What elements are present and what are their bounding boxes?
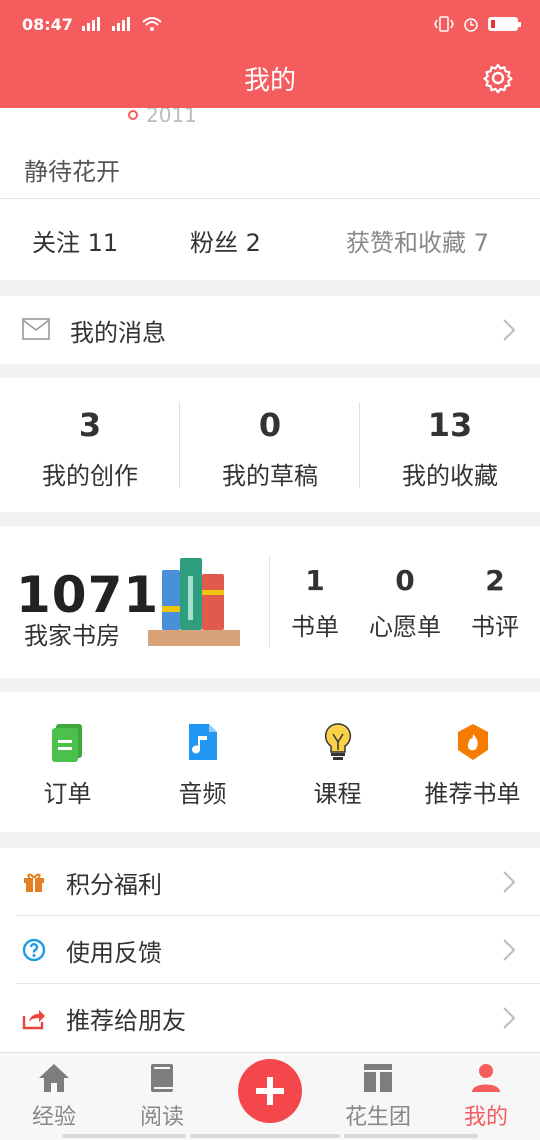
divider xyxy=(359,402,360,488)
help-icon xyxy=(22,938,46,962)
status-time: 08:47 xyxy=(22,14,73,34)
service-recommend-list-label: 推荐书单 xyxy=(424,780,521,808)
person-icon xyxy=(472,1064,500,1092)
gift-icon xyxy=(24,873,44,892)
page-title: 我的 xyxy=(243,65,296,96)
bottom-tab-bar: 经验 阅读 花生团 我的 xyxy=(0,1052,540,1140)
tab-peanut-group-label: 花生团 xyxy=(344,1105,411,1130)
top-nav: 我的 xyxy=(0,48,540,108)
menu-item-feedback-label: 使用反馈 xyxy=(66,938,162,967)
envelope-icon xyxy=(22,318,50,340)
wishlist-label: 心愿单 xyxy=(369,613,441,641)
tab-peanut-group[interactable]: 花生团 xyxy=(324,1053,432,1140)
fans-count[interactable]: 粉丝 2 xyxy=(190,223,261,258)
drafts-count: 0 xyxy=(258,406,282,444)
gesture-bar xyxy=(344,1134,478,1138)
likes-collections-count[interactable]: 获赞和收藏 7 xyxy=(346,223,489,258)
bookroom-card[interactable]: 1071 我家书房 1 书单 0 心愿单 2 书评 xyxy=(0,526,540,678)
add-button[interactable] xyxy=(238,1059,302,1123)
booklist-count: 1 xyxy=(305,564,325,597)
service-audio-label: 音频 xyxy=(178,780,227,808)
settings-gear-icon[interactable] xyxy=(482,62,514,94)
signal-icon xyxy=(81,17,100,31)
status-bar: 08:47 xyxy=(0,0,540,48)
plus-icon xyxy=(256,1077,284,1105)
menu-item-share[interactable]: 推荐给朋友 xyxy=(0,984,540,1052)
my-messages-label: 我的消息 xyxy=(70,318,166,347)
wishlist-count: 0 xyxy=(395,564,415,597)
signal-icon-2 xyxy=(111,17,130,31)
following-count[interactable]: 关注 11 xyxy=(32,223,118,258)
creations-count: 3 xyxy=(78,406,102,444)
chevron-right-icon xyxy=(503,1007,516,1029)
creations-label: 我的创作 xyxy=(42,462,138,490)
home-icon xyxy=(39,1064,69,1092)
tab-reading[interactable]: 阅读 xyxy=(108,1053,216,1140)
member-year: 2011 xyxy=(146,108,197,122)
works-stats: 3 我的创作 0 我的草稿 13 我的收藏 xyxy=(0,378,540,512)
menu-item-points-label: 积分福利 xyxy=(66,870,162,899)
menu-item-share-label: 推荐给朋友 xyxy=(66,1006,186,1035)
tab-mine-label: 我的 xyxy=(463,1105,508,1130)
tab-reading-label: 阅读 xyxy=(139,1105,184,1130)
booklist-label: 书单 xyxy=(291,613,339,641)
review-stat[interactable]: 2 书评 xyxy=(450,564,540,642)
my-collections[interactable]: 13 我的收藏 xyxy=(360,378,540,512)
gesture-bar xyxy=(62,1134,186,1138)
my-messages-row[interactable]: 我的消息 xyxy=(0,296,540,364)
wifi-icon xyxy=(142,17,162,31)
wishlist-stat[interactable]: 0 心愿单 xyxy=(360,564,450,642)
drafts-label: 我的草稿 xyxy=(222,462,318,490)
recommend-list-icon xyxy=(457,724,488,760)
bookshelf-icon xyxy=(148,558,240,646)
menu-list: 积分福利 使用反馈 推荐给朋友 xyxy=(0,848,540,1052)
menu-item-feedback[interactable]: 使用反馈 xyxy=(0,916,540,984)
service-course[interactable]: 课程 xyxy=(270,692,405,832)
services-grid: 订单 音频 课程 推荐书单 xyxy=(0,692,540,832)
battery-icon xyxy=(488,17,521,31)
chevron-right-icon xyxy=(503,319,516,341)
vibrate-icon xyxy=(434,16,454,32)
order-icon xyxy=(51,724,82,762)
menu-item-points[interactable]: 积分福利 xyxy=(0,848,540,916)
gesture-bar xyxy=(190,1134,340,1138)
review-label: 书评 xyxy=(471,613,519,641)
my-drafts[interactable]: 0 我的草稿 xyxy=(180,378,360,512)
social-stats: 关注 11 粉丝 2 获赞和收藏 7 xyxy=(0,200,540,280)
booklist-stat[interactable]: 1 书单 xyxy=(270,564,360,642)
profile-card: 2011 静待花开 关注 11 粉丝 2 获赞和收藏 7 xyxy=(0,108,540,280)
review-count: 2 xyxy=(485,564,505,597)
member-since: 2011 xyxy=(128,108,197,122)
board-icon xyxy=(364,1064,392,1092)
share-icon xyxy=(22,1010,45,1030)
book-icon xyxy=(151,1064,173,1092)
divider xyxy=(0,198,540,199)
my-creations[interactable]: 3 我的创作 xyxy=(0,378,180,512)
dot-icon xyxy=(128,110,138,120)
tab-experience[interactable]: 经验 xyxy=(0,1053,108,1140)
audio-icon xyxy=(188,724,217,760)
chevron-right-icon xyxy=(503,871,516,893)
collections-label: 我的收藏 xyxy=(402,462,498,490)
user-name[interactable]: 静待花开 xyxy=(24,152,120,187)
divider xyxy=(179,402,180,488)
course-icon xyxy=(324,723,351,760)
service-recommend-list[interactable]: 推荐书单 xyxy=(405,692,540,832)
service-order-label: 订单 xyxy=(43,780,92,808)
service-order[interactable]: 订单 xyxy=(0,692,135,832)
chevron-right-icon xyxy=(503,939,516,961)
alarm-icon xyxy=(464,18,478,32)
bookroom-label: 我家书房 xyxy=(24,622,120,650)
tab-experience-label: 经验 xyxy=(31,1105,76,1130)
service-audio[interactable]: 音频 xyxy=(135,692,270,832)
service-course-label: 课程 xyxy=(313,780,362,808)
tab-mine[interactable]: 我的 xyxy=(432,1053,540,1140)
collections-count: 13 xyxy=(427,406,473,444)
